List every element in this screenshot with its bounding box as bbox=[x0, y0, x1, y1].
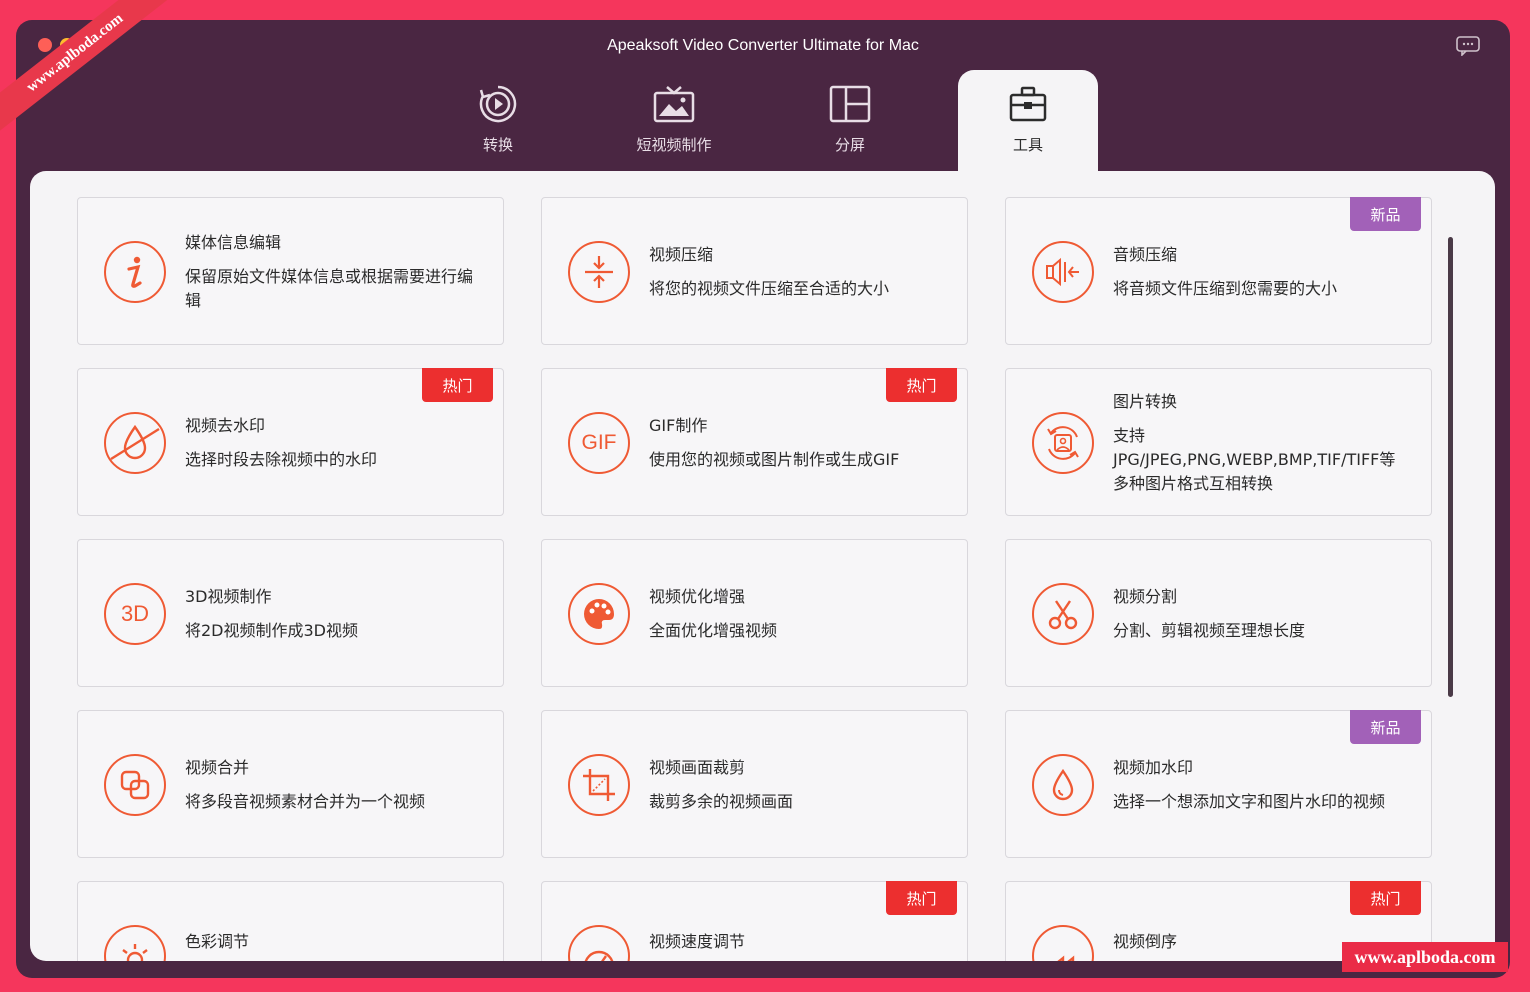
tool-card-audio-compress[interactable]: 新品 音频压缩 将音频文件压缩到您需要的大小 bbox=[1005, 197, 1432, 345]
tool-title: GIF制作 bbox=[649, 416, 708, 435]
toolbox-icon bbox=[1009, 86, 1047, 122]
tool-title: 音频压缩 bbox=[1113, 245, 1178, 264]
gif-icon-text: GIF bbox=[581, 431, 617, 454]
toolbox-panel: 媒体信息编辑保留原始文件媒体信息或根据需要进行编辑 视频压缩将您的视频文件压缩至… bbox=[30, 171, 1495, 961]
tab-short-video-label: 短视频制作 bbox=[636, 136, 712, 154]
tool-title: 视频画面裁剪 bbox=[649, 758, 746, 777]
tool-card-color-adjust[interactable]: 色彩调节 bbox=[77, 881, 504, 961]
tab-convert[interactable]: 转换 bbox=[428, 70, 568, 172]
3d-icon-text: 3D bbox=[120, 601, 150, 626]
tab-short-video[interactable]: 短视频制作 bbox=[604, 70, 744, 172]
tool-card-add-watermark[interactable]: 新品 视频加水印 选择一个想添加文字和图片水印的视频 bbox=[1005, 710, 1432, 858]
tab-toolbox-label: 工具 bbox=[1012, 136, 1043, 154]
image-convert-icon bbox=[1047, 426, 1079, 460]
tool-desc: 选择时段去除视频中的水印 bbox=[185, 450, 378, 469]
vertical-scrollbar[interactable] bbox=[1448, 237, 1453, 697]
tab-convert-label: 转换 bbox=[482, 136, 513, 154]
short-video-icon bbox=[653, 86, 695, 123]
tool-card-media-info[interactable]: 媒体信息编辑保留原始文件媒体信息或根据需要进行编辑 bbox=[77, 197, 504, 345]
tool-desc: 将音频文件压缩到您需要的大小 bbox=[1113, 279, 1338, 298]
tool-desc: 分割、剪辑视频至理想长度 bbox=[1113, 621, 1306, 640]
palette-icon bbox=[584, 599, 614, 629]
tool-desc: 支持JPG/JPEG,PNG,WEBP,BMP,TIF/TIFF等多种图片格式互… bbox=[1113, 426, 1396, 493]
tool-desc: 选择一个想添加文字和图片水印的视频 bbox=[1113, 792, 1386, 811]
app-window: Apeaksoft Video Converter Ultimate for M… bbox=[16, 20, 1510, 978]
audio-compress-icon bbox=[1046, 257, 1079, 287]
tab-toolbox[interactable]: 工具 bbox=[958, 70, 1098, 172]
tool-title: 视频优化增强 bbox=[649, 587, 746, 606]
tool-card-video-compress[interactable]: 视频压缩将您的视频文件压缩至合适的大小 bbox=[541, 197, 968, 345]
tool-title: 视频加水印 bbox=[1113, 758, 1194, 777]
tool-title: 媒体信息编辑 bbox=[185, 233, 282, 252]
add-watermark-icon bbox=[1052, 768, 1074, 801]
convert-icon bbox=[479, 85, 517, 123]
tool-title: 视频去水印 bbox=[185, 416, 266, 435]
tool-title: 视频合并 bbox=[185, 758, 250, 777]
scissors-icon bbox=[1048, 600, 1078, 630]
color-adjust-icon bbox=[122, 944, 148, 961]
tool-card-gif-maker[interactable]: 热门 GIF GIF制作 使用您的视频或图片制作或生成GIF bbox=[541, 368, 968, 516]
tab-split-screen[interactable]: 分屏 bbox=[780, 70, 920, 172]
feedback-icon[interactable] bbox=[1456, 36, 1480, 56]
tool-desc: 将您的视频文件压缩至合适的大小 bbox=[649, 279, 890, 298]
tool-card-3d-maker[interactable]: 3D 3D视频制作将2D视频制作成3D视频 bbox=[77, 539, 504, 687]
split-screen-icon bbox=[829, 85, 871, 123]
tab-split-screen-label: 分屏 bbox=[834, 136, 865, 154]
tool-desc: 裁剪多余的视频画面 bbox=[649, 792, 794, 811]
tool-desc: 将2D视频制作成3D视频 bbox=[185, 621, 359, 640]
tool-card-image-convert[interactable]: 图片转换支持JPG/JPEG,PNG,WEBP,BMP,TIF/TIFF等多种图… bbox=[1005, 368, 1432, 516]
watermark-label: www.aplboda.com bbox=[1342, 942, 1508, 972]
tool-card-video-enhance[interactable]: 视频优化增强全面优化增强视频 bbox=[541, 539, 968, 687]
3d-icon: 3D bbox=[104, 583, 166, 645]
tool-desc: 保留原始文件媒体信息或根据需要进行编辑 bbox=[185, 267, 474, 310]
tool-title: 3D视频制作 bbox=[185, 587, 272, 606]
tool-title: 视频压缩 bbox=[649, 245, 714, 264]
info-icon bbox=[127, 256, 142, 288]
gif-icon: GIF bbox=[568, 412, 630, 474]
tool-card-video-split[interactable]: 视频分割分割、剪辑视频至理想长度 bbox=[1005, 539, 1432, 687]
window-title: Apeaksoft Video Converter Ultimate for M… bbox=[607, 37, 919, 54]
tool-title: 视频分割 bbox=[1113, 587, 1178, 606]
tool-card-video-merge[interactable]: 视频合并将多段音视频素材合并为一个视频 bbox=[77, 710, 504, 858]
tool-title: 图片转换 bbox=[1113, 392, 1178, 411]
tool-card-remove-watermark[interactable]: 热门 视频去水印 选择时段去除视频中的水印 bbox=[77, 368, 504, 516]
tool-desc: 将多段音视频素材合并为一个视频 bbox=[185, 792, 426, 811]
tool-card-video-crop[interactable]: 视频画面裁剪裁剪多余的视频画面 bbox=[541, 710, 968, 858]
tool-desc: 全面优化增强视频 bbox=[649, 621, 778, 640]
merge-icon bbox=[120, 770, 150, 800]
tool-card-speed-adjust[interactable]: 热门 视频速度调节 bbox=[541, 881, 968, 961]
tool-title: 视频速度调节 bbox=[649, 932, 746, 951]
reverse-icon bbox=[1057, 955, 1075, 961]
compress-icon bbox=[585, 256, 613, 288]
speed-icon bbox=[584, 950, 614, 961]
crop-icon bbox=[583, 769, 615, 801]
main-tabs: 转换 短视频制作 分屏 工具 bbox=[16, 70, 1510, 172]
tool-title: 色彩调节 bbox=[185, 932, 250, 951]
remove-watermark-icon bbox=[110, 424, 160, 461]
tool-desc: 使用您的视频或图片制作或生成GIF bbox=[649, 450, 900, 469]
